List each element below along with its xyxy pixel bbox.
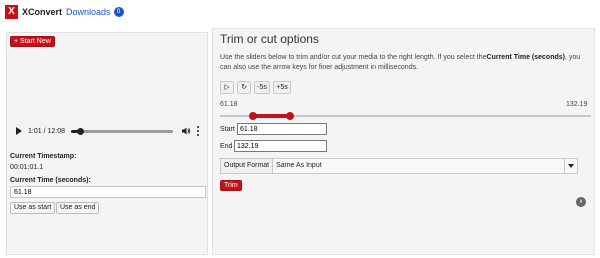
trim-button[interactable]: Trim <box>220 180 242 191</box>
current-timestamp-value: 00:01:01.1 <box>10 164 44 171</box>
slider-selected-range <box>253 114 291 118</box>
trim-options-panel: Trim or cut options Use the sliders belo… <box>212 28 595 255</box>
use-as-end-button[interactable]: Use as end <box>56 202 100 214</box>
slider-start-handle[interactable] <box>249 112 258 120</box>
x-logo-icon: X <box>5 5 18 19</box>
audio-seek-bar[interactable] <box>70 127 173 135</box>
trim-description-bold: Current Time (seconds) <box>486 54 565 61</box>
audio-seek-knob[interactable] <box>76 127 84 135</box>
output-format-selected: Same As Input <box>276 162 322 169</box>
range-max-label: 132.19 <box>566 101 588 108</box>
downloads-label: Downloads <box>66 7 111 17</box>
top-bar: X XConvert Downloads 0 <box>0 0 600 26</box>
start-label: Start <box>220 126 235 133</box>
current-time-label: Current Time (seconds): <box>10 177 91 184</box>
close-icon[interactable]: x <box>576 197 586 207</box>
downloads-count-badge: 0 <box>113 7 124 17</box>
output-format-label: Output Format <box>221 159 274 173</box>
trim-description-text: Use the sliders below to trim and/or cut… <box>220 54 487 61</box>
plus-5s-button[interactable]: +5s <box>273 81 291 94</box>
downloads-link[interactable]: Downloads 0 <box>66 7 124 17</box>
volume-icon[interactable] <box>181 126 191 136</box>
end-input[interactable] <box>234 140 327 152</box>
end-label: End <box>220 143 233 150</box>
range-min-label: 61.18 <box>220 101 238 108</box>
start-input[interactable] <box>237 123 327 135</box>
app-title: XConvert <box>22 7 63 17</box>
slider-end-handle[interactable] <box>286 112 295 120</box>
current-time-input[interactable] <box>10 186 206 198</box>
play-icon[interactable] <box>16 127 22 135</box>
preview-play-button[interactable]: ▷ <box>220 81 234 94</box>
reset-button[interactable]: ↻ <box>237 81 251 94</box>
more-vertical-icon[interactable] <box>197 126 200 136</box>
start-new-button[interactable]: + Start New <box>10 36 55 47</box>
output-format-select[interactable]: Output Format Same As Input <box>220 158 578 174</box>
minus-5s-button[interactable]: -5s <box>254 81 270 94</box>
play-icon: ▷ <box>224 84 230 91</box>
chevron-down-icon[interactable] <box>564 159 577 173</box>
media-panel: + Start New 1:01 / 12:08 Current Timesta… <box>6 32 208 255</box>
audio-time-display: 1:01 / 12:08 <box>28 127 65 135</box>
trim-options-title: Trim or cut options <box>220 32 319 46</box>
trim-range-slider[interactable] <box>220 112 591 120</box>
reload-icon: ↻ <box>241 84 247 91</box>
current-timestamp-label: Current Timestamp: <box>10 153 77 160</box>
use-as-start-button[interactable]: Use as start <box>10 202 56 214</box>
output-format-value[interactable]: Same As Input <box>273 159 577 173</box>
trim-description: Use the sliders below to trim and/or cut… <box>220 53 590 73</box>
audio-player: 1:01 / 12:08 <box>10 120 206 142</box>
